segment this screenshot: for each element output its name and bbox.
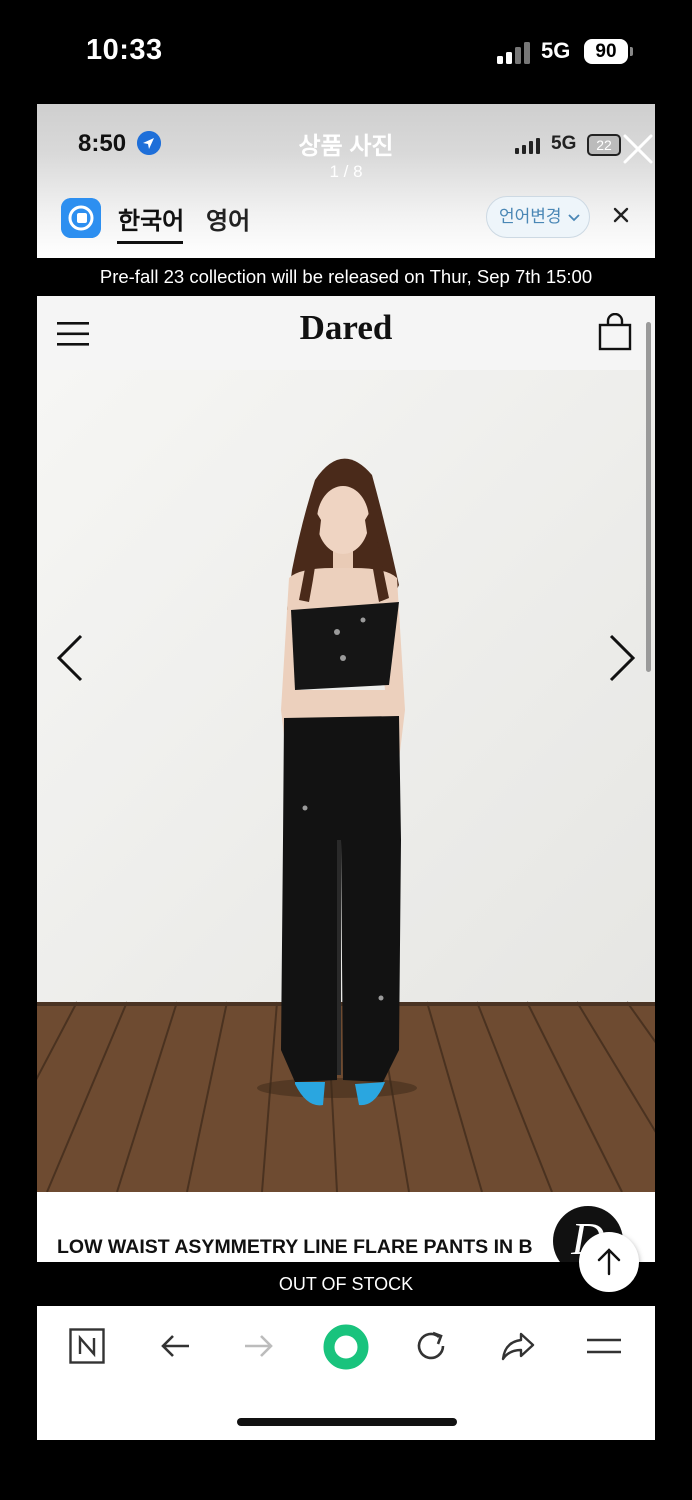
scroll-to-top-button[interactable] bbox=[579, 1232, 639, 1292]
translate-logo-icon bbox=[61, 198, 101, 238]
share-icon[interactable] bbox=[499, 1328, 537, 1364]
home-indicator[interactable] bbox=[237, 1418, 457, 1426]
active-tab-underline bbox=[117, 241, 183, 244]
arrow-left-icon[interactable] bbox=[53, 632, 85, 684]
site-logo[interactable]: Dared bbox=[37, 308, 655, 348]
signal-icon bbox=[497, 42, 530, 64]
signal-icon bbox=[515, 138, 540, 154]
more-menu-icon[interactable] bbox=[585, 1328, 623, 1364]
close-icon[interactable] bbox=[611, 205, 631, 225]
language-tab-english[interactable]: 영어 bbox=[206, 201, 250, 236]
outer-battery-indicator: 90 bbox=[584, 39, 628, 64]
product-name: LOW WAIST ASYMMETRY LINE FLARE PANTS IN … bbox=[57, 1236, 533, 1258]
product-photo[interactable] bbox=[37, 370, 655, 1192]
battery-nub bbox=[630, 47, 633, 56]
chevron-down-icon bbox=[568, 213, 580, 221]
inner-network-label: 5G bbox=[551, 133, 577, 154]
change-language-button[interactable]: 언어변경 bbox=[486, 196, 590, 238]
home-circle-icon[interactable] bbox=[322, 1323, 370, 1371]
announcement-banner[interactable]: Pre-fall 23 collection will be released … bbox=[37, 258, 655, 296]
arrow-up-icon bbox=[597, 1248, 621, 1276]
model-photo-illustration bbox=[37, 370, 655, 1192]
arrow-right-icon[interactable] bbox=[607, 632, 639, 684]
refresh-icon[interactable] bbox=[413, 1328, 449, 1364]
back-icon[interactable] bbox=[157, 1328, 193, 1364]
close-icon[interactable] bbox=[621, 132, 655, 166]
captured-screen: 8:50 상품 사진 1 / 8 5G 22 한국어 영어 언어변경 Pre-f… bbox=[37, 104, 655, 1440]
outer-network-label: 5G bbox=[541, 38, 571, 63]
language-tab-korean[interactable]: 한국어 bbox=[118, 201, 184, 236]
outer-status-time: 10:33 bbox=[86, 34, 163, 66]
scrollbar[interactable] bbox=[646, 322, 651, 672]
inner-battery-indicator: 22 bbox=[587, 134, 621, 156]
image-counter: 1 / 8 bbox=[329, 162, 363, 181]
shopping-bag-icon[interactable] bbox=[598, 313, 632, 351]
forward-icon[interactable] bbox=[241, 1328, 277, 1364]
change-language-label: 언어변경 bbox=[499, 207, 562, 226]
stock-status-bar: OUT OF STOCK bbox=[37, 1262, 655, 1306]
naver-n-icon[interactable] bbox=[69, 1328, 105, 1364]
